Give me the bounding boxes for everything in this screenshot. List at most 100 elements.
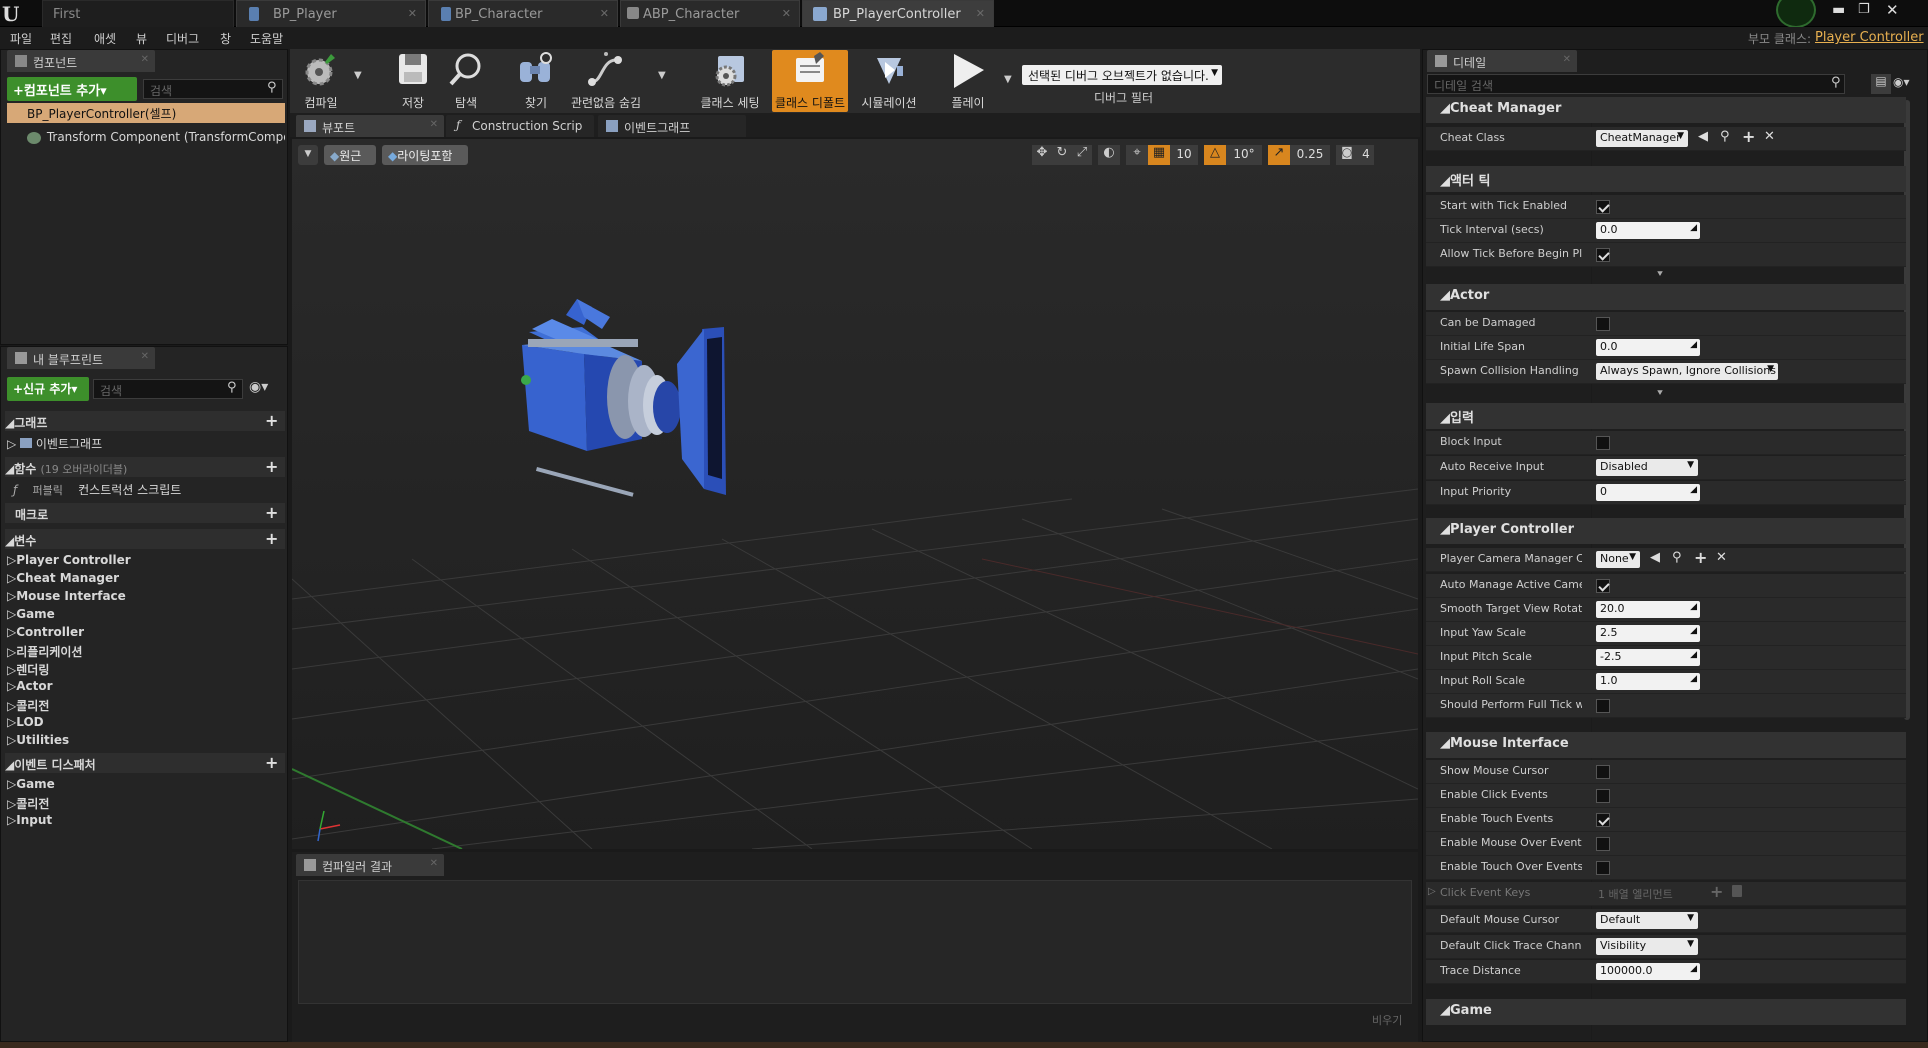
expand-arrow-icon[interactable]: ▷ (1428, 886, 1436, 897)
grid-size-value[interactable]: 10 (1170, 145, 1198, 165)
menu-debug[interactable]: 디버그 (166, 30, 199, 47)
variable-category[interactable]: ▷LOD (7, 715, 44, 729)
add-variable-icon[interactable]: + (265, 529, 278, 548)
find-button[interactable]: 찾기 (512, 50, 560, 112)
add-dispatcher-icon[interactable]: + (265, 753, 278, 772)
add-component-button[interactable]: +컴포넌트 추가▾ (7, 77, 137, 101)
tab-bp-player[interactable]: BP_Player ✕ (236, 0, 426, 27)
save-button[interactable]: 저장 (392, 50, 434, 112)
compile-dropdown-icon[interactable]: ▼ (354, 70, 362, 81)
close-icon[interactable]: ✕ (430, 119, 438, 130)
component-child-item[interactable]: Transform Component (TransformComponent) (27, 130, 285, 144)
tab-bp-playercontroller[interactable]: BP_PlayerController ✕ (802, 0, 994, 27)
rotate-icon[interactable]: ↻ (1052, 145, 1072, 165)
variable-category[interactable]: ▷Player Controller (7, 553, 131, 567)
close-icon[interactable]: ✕ (408, 7, 417, 20)
variables-header[interactable]: ◢변수 (5, 529, 285, 549)
add-macro-icon[interactable]: + (265, 503, 278, 522)
add-element-icon[interactable]: + (1710, 882, 1723, 901)
roll-scale-input[interactable]: 1.0 ◢ (1596, 673, 1700, 690)
variable-category[interactable]: ▷렌더링 (7, 661, 49, 678)
trace-distance-input[interactable]: 100000.0 ◢ (1596, 963, 1700, 980)
back-arrow-icon[interactable]: ◀ (1698, 129, 1708, 144)
close-icon[interactable]: ✕ (141, 351, 149, 362)
trace-channel-select[interactable]: Visibility ▼ (1596, 938, 1698, 955)
viewport-options-button[interactable]: ▼ (298, 145, 318, 165)
tab-construction-script[interactable]: ƒ Construction Scrip (446, 115, 594, 137)
menu-help[interactable]: 도움말 (250, 30, 283, 47)
menu-view[interactable]: 뷰 (136, 30, 147, 47)
variable-category[interactable]: ▷Cheat Manager (7, 571, 119, 585)
category-player-controller[interactable]: ◢Player Controller (1426, 518, 1906, 544)
clear-button[interactable]: 비우기 (1372, 1012, 1402, 1028)
dispatchers-header[interactable]: ◢이벤트 디스패처 (5, 753, 285, 773)
default-cursor-select[interactable]: Default ▼ (1596, 912, 1698, 929)
world-local-icon[interactable]: ◐ (1098, 145, 1120, 165)
touch-over-checkbox[interactable] (1596, 861, 1610, 875)
category-cheat-manager[interactable]: ◢Cheat Manager (1426, 97, 1906, 123)
translate-icon[interactable]: ✥ (1032, 145, 1052, 165)
category-mouse-interface[interactable]: ◢Mouse Interface (1426, 732, 1906, 758)
yaw-scale-input[interactable]: 2.5 ◢ (1596, 625, 1700, 642)
variable-category[interactable]: ▷Game (7, 607, 55, 621)
life-span-input[interactable]: 0.0 ◢ (1596, 339, 1700, 356)
component-search-input[interactable]: 검색 (143, 79, 283, 99)
close-icon[interactable]: ✕ (430, 858, 438, 869)
event-graph-item[interactable]: ▷ 이벤트그래프 (7, 435, 102, 452)
menu-asset[interactable]: 애셋 (94, 30, 116, 47)
variable-category[interactable]: ▷Utilities (7, 733, 69, 747)
lit-mode-button[interactable]: ◆라이팅포함 (382, 145, 468, 165)
add-graph-icon[interactable]: + (265, 411, 278, 430)
tab-event-graph[interactable]: 이벤트그래프 (598, 115, 746, 137)
tab-viewport[interactable]: 뷰포트 ✕ (296, 115, 444, 137)
tick-interval-input[interactable]: 0.0 ◢ (1596, 222, 1700, 239)
scale-snap-icon[interactable]: ↗ (1268, 145, 1290, 165)
unreal-logo-icon[interactable]: U (2, 2, 26, 26)
rotation-snap-icon[interactable]: △ (1204, 145, 1226, 165)
browse-icon[interactable]: ⚲ (1720, 129, 1730, 144)
category-actor[interactable]: ◢Actor (1426, 284, 1906, 310)
add-icon[interactable]: + (1694, 548, 1707, 567)
tab-my-blueprint[interactable]: 내 블루프린트 ✕ (7, 347, 155, 369)
graphs-header[interactable]: ◢그래프 (5, 411, 285, 431)
add-new-button[interactable]: +신규 추가▾ (7, 377, 89, 401)
macros-header[interactable]: 매크로 (5, 503, 285, 523)
parent-class-link[interactable]: Player Controller (1815, 30, 1924, 45)
blueprint-search-input[interactable]: 검색 (93, 379, 243, 399)
close-icon[interactable]: ✕ (976, 7, 985, 20)
close-window-icon[interactable]: ✕ (1886, 1, 1899, 19)
construction-script-item[interactable]: ƒ 퍼블릭 컨스트럭션 스크립트 (13, 481, 181, 498)
details-search-input[interactable]: 디테일 검색 (1427, 74, 1845, 94)
pitch-scale-input[interactable]: -2.5 ◢ (1596, 649, 1700, 666)
hide-unrelated-button[interactable]: 관련없음 숨김 (570, 50, 642, 112)
tab-abp-character[interactable]: ABP_Character ✕ (620, 0, 800, 27)
variable-category[interactable]: ▷Controller (7, 625, 84, 639)
close-icon[interactable]: ✕ (600, 7, 609, 20)
perspective-button[interactable]: ◆원근 (324, 145, 376, 165)
compile-button[interactable]: 컴파일 (296, 50, 346, 112)
class-settings-button[interactable]: 클래스 세팅 (698, 50, 762, 112)
spawn-collision-select[interactable]: Always Spawn, Ignore Collisions ▼ (1596, 363, 1778, 380)
class-defaults-button[interactable]: 클래스 디폴트 (772, 50, 848, 112)
variable-category[interactable]: ▷리플리케이션 (7, 643, 82, 660)
expand-advanced-icon[interactable]: ⯆ (1656, 388, 1664, 399)
tab-components[interactable]: 컴포넌트 ✕ (7, 50, 155, 72)
start-tick-checkbox[interactable] (1596, 200, 1610, 214)
category-input[interactable]: ◢입력 (1426, 403, 1906, 429)
camera-speed-icon[interactable]: ◙ (1336, 145, 1358, 165)
clear-icon[interactable]: ✕ (1764, 129, 1775, 144)
dispatcher-category[interactable]: ▷Input (7, 813, 52, 827)
grid-snap-icon[interactable]: ▦ (1148, 145, 1170, 165)
browse-icon[interactable]: ⚲ (1672, 550, 1682, 565)
auto-manage-camera-checkbox[interactable] (1596, 579, 1610, 593)
functions-header[interactable]: ◢함수 (19 오버라이더블) (5, 457, 285, 477)
add-icon[interactable]: + (1742, 127, 1755, 146)
click-events-checkbox[interactable] (1596, 789, 1610, 803)
variable-category[interactable]: ▷Actor (7, 679, 53, 693)
tab-compiler-results[interactable]: 컴파일러 결과 ✕ (296, 854, 444, 876)
back-arrow-icon[interactable]: ◀ (1650, 550, 1660, 565)
view-options-grid-icon[interactable]: ▤ (1871, 74, 1891, 94)
scale-icon[interactable]: ⤢ (1072, 145, 1092, 165)
menu-window[interactable]: 창 (220, 30, 231, 47)
close-icon[interactable]: ✕ (141, 54, 149, 65)
